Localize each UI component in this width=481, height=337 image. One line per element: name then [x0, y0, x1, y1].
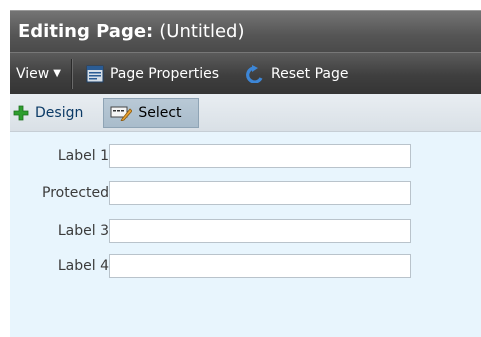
select-button[interactable]: Select — [103, 97, 199, 128]
form-row: Protected — [10, 181, 481, 207]
select-label: Select — [138, 104, 182, 121]
field-label: Protected — [42, 185, 109, 201]
reset-page-label: Reset Page — [271, 65, 349, 82]
select-pencil-icon — [110, 105, 133, 121]
page-editor: Editing Page: (Untitled) View ▼ Page Pro… — [0, 0, 481, 337]
page-properties-label: Page Properties — [109, 65, 220, 82]
page-properties-icon — [86, 65, 104, 83]
toolbar-separator — [70, 58, 72, 89]
form-row: Label 1 — [10, 144, 481, 170]
view-menu[interactable]: View ▼ — [10, 53, 71, 94]
chevron-down-icon: ▼ — [53, 68, 61, 79]
title-bar: Editing Page: (Untitled) — [10, 10, 481, 52]
title-label: Editing Page: — [18, 21, 154, 42]
protected-input[interactable] — [109, 181, 411, 205]
page-name: (Untitled) — [159, 21, 245, 42]
form-row: Label 4 — [10, 254, 481, 280]
mode-bar: Design Select — [10, 94, 481, 132]
label-1-input[interactable] — [109, 144, 411, 168]
toolbar: View ▼ Page Properties Reset Page — [10, 52, 481, 94]
field-label: Label 1 — [57, 148, 109, 164]
field-label: Label 3 — [57, 223, 109, 239]
page-properties-button[interactable]: Page Properties — [86, 53, 219, 94]
form-row: Label 3 — [10, 219, 481, 245]
design-label: Design — [35, 104, 84, 121]
view-menu-label: View — [16, 65, 50, 82]
form-area: Label 1 Protected Label 3 Label 4 — [10, 132, 481, 337]
reset-page-button[interactable]: Reset Page — [245, 53, 349, 94]
plus-icon — [13, 105, 29, 121]
label-4-input[interactable] — [109, 254, 411, 278]
label-3-input[interactable] — [109, 219, 411, 243]
design-button[interactable]: Design — [10, 105, 83, 121]
field-label: Label 4 — [57, 258, 109, 274]
reset-undo-icon — [245, 64, 265, 83]
